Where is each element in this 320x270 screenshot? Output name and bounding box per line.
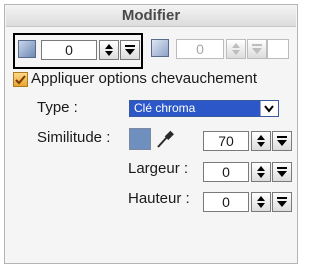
largeur-step-button[interactable] — [272, 162, 292, 182]
spin-up-down-icon — [257, 166, 265, 178]
type-select[interactable]: Clé chroma — [129, 100, 279, 117]
similitude-label: Similitude : — [37, 129, 111, 146]
spin-down-icon — [125, 45, 135, 55]
spin-down-icon — [277, 167, 287, 177]
hauteur-label: Hauteur : — [128, 190, 190, 207]
panel-title: Modifier — [6, 6, 296, 27]
spin-down-icon — [277, 136, 287, 146]
spin-down-icon — [252, 44, 262, 54]
secondary-color-box[interactable] — [267, 39, 289, 59]
layer-step-button[interactable] — [120, 40, 140, 60]
similitude-step-button[interactable] — [272, 131, 292, 151]
overlap-checkbox[interactable] — [13, 72, 28, 87]
secondary-layer-icon[interactable] — [151, 39, 169, 57]
hauteur-spinner[interactable] — [251, 192, 271, 212]
type-select-value: Clé chroma — [134, 101, 196, 115]
color-swatch[interactable] — [129, 128, 151, 150]
layer-control-group: 0 — [13, 33, 143, 69]
type-label: Type : — [37, 99, 78, 116]
spin-up-down-icon — [232, 43, 240, 55]
spin-up-down-icon — [257, 196, 265, 208]
largeur-spinner[interactable] — [251, 162, 271, 182]
modifier-panel: Modifier 0 0 Appliquer options chevauche… — [4, 4, 298, 264]
spin-down-icon — [277, 197, 287, 207]
spin-up-down-icon — [105, 44, 113, 56]
largeur-field[interactable]: 0 — [203, 162, 249, 182]
hauteur-step-button[interactable] — [272, 192, 292, 212]
similitude-field[interactable]: 70 — [203, 131, 249, 151]
overlap-checkbox-label[interactable]: Appliquer options chevauchement — [31, 70, 257, 87]
dropdown-arrow-icon[interactable] — [260, 101, 278, 116]
secondary-value-field[interactable]: 0 — [176, 39, 224, 59]
checkmark-icon — [15, 75, 26, 85]
layer-value-field[interactable]: 0 — [41, 40, 97, 60]
secondary-spinner[interactable] — [226, 39, 246, 59]
spin-up-down-icon — [257, 135, 265, 147]
largeur-label: Largeur : — [128, 160, 189, 177]
hauteur-field[interactable]: 0 — [203, 192, 249, 212]
layer-spinner[interactable] — [99, 40, 119, 60]
layer-icon[interactable] — [18, 40, 36, 58]
secondary-step-button[interactable] — [247, 39, 267, 59]
similitude-spinner[interactable] — [251, 131, 271, 151]
eyedropper-icon[interactable] — [155, 128, 175, 154]
